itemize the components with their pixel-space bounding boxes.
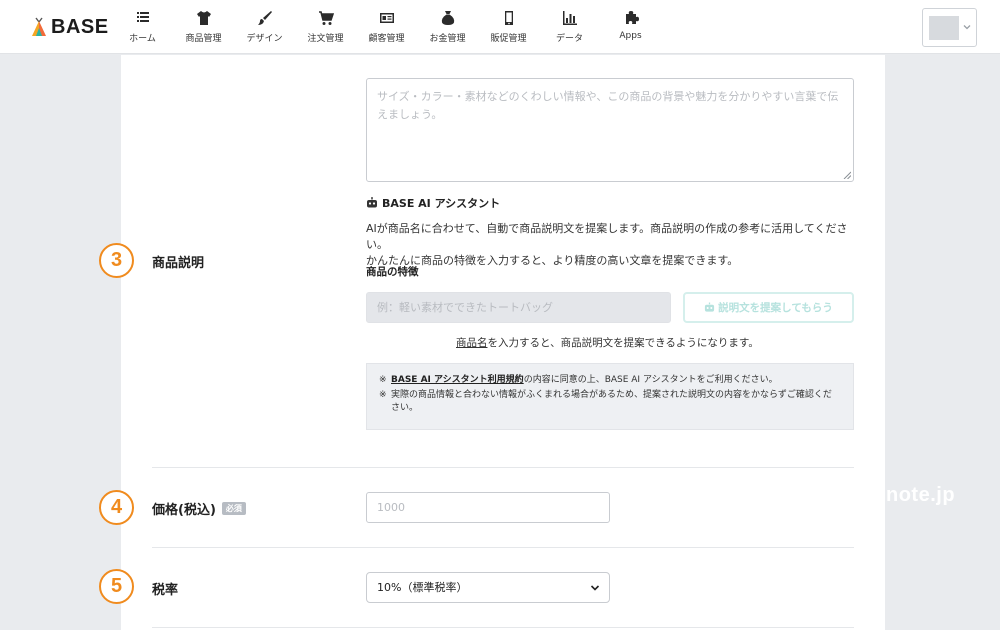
nav-item-data[interactable]: データ [539, 0, 600, 54]
base-logo[interactable]: BASE [30, 15, 109, 39]
paintbrush-icon [257, 10, 273, 26]
nav-label: 商品管理 [185, 34, 222, 44]
notice-mark: ※ [379, 390, 387, 400]
step-badge-4: 4 [99, 490, 134, 525]
suggest-button-label: 説明文を提案してもらう [718, 302, 833, 314]
hint-text: を入力すると、商品説明文を提案できるようになります。 [487, 337, 759, 349]
terms-link[interactable]: BASE AI アシスタント利用規約 [391, 375, 524, 385]
bar-chart-icon [562, 10, 578, 26]
step-badge-3: 3 [99, 243, 134, 278]
logo-text: BASE [51, 15, 109, 38]
notice-text: BASE AI アシスタント利用規約の内容に同意の上、BASE AI アシスタン… [391, 374, 778, 387]
ai-terms-notice: ※ BASE AI アシスタント利用規約の内容に同意の上、BASE AI アシス… [366, 363, 854, 430]
nav-item-apps[interactable]: Apps [600, 0, 661, 54]
step-badge-5: 5 [99, 569, 134, 604]
tshirt-icon [196, 10, 212, 26]
resize-handle-icon[interactable] [843, 171, 851, 179]
home-list-icon [135, 10, 151, 26]
tax-rate-value: 10%（標準税率） [377, 581, 468, 594]
id-card-icon [379, 10, 395, 26]
nav-item-promotion[interactable]: 販促管理 [478, 0, 539, 54]
nav-item-money[interactable]: お金管理 [417, 0, 478, 54]
notice-line: ※ BASE AI アシスタント利用規約の内容に同意の上、BASE AI アシス… [379, 374, 839, 387]
nav-label: Apps [619, 31, 642, 41]
chevron-down-icon [590, 585, 600, 591]
ai-assistant-title: BASE AI アシスタント [366, 196, 500, 210]
nav-label: 顧客管理 [368, 34, 405, 44]
ai-description-line: かんたんに商品の特徴を入力すると、より精度の高い文章を提案できます。 [366, 254, 739, 267]
notice-text: 実際の商品情報と合わない情報がふくまれる場合があるため、提案された説明文の内容を… [391, 390, 832, 413]
section-divider [152, 467, 854, 468]
nav-label: データ [555, 34, 583, 44]
nav-item-customers[interactable]: 顧客管理 [356, 0, 417, 54]
feature-input[interactable]: 例：軽い素材でできたトートバッグ [366, 292, 671, 323]
product-name-hint: 商品名を入力すると、商品説明文を提案できるようになります。 [456, 335, 759, 350]
robot-icon [705, 302, 715, 312]
notice-line: ※ 実際の商品情報と合わない情報がふくまれる場合があるため、提案された説明文の内… [379, 389, 839, 415]
nav-label: 注文管理 [307, 34, 344, 44]
smartphone-icon [501, 10, 517, 26]
product-name-link[interactable]: 商品名 [456, 337, 488, 349]
nav-item-design[interactable]: デザイン [234, 0, 295, 54]
description-label: 商品説明 [152, 256, 205, 271]
tax-label: 税率 [152, 583, 179, 598]
notice-terms-rest: の内容に同意の上、BASE AI アシスタントをご利用ください。 [523, 375, 778, 385]
required-badge: 必須 [221, 502, 246, 515]
ai-assistant-description: AIが商品名に合わせて、自動で商品説明文を提案します。商品説明の作成の参考に活用… [366, 221, 866, 269]
tent-logo-icon [32, 17, 46, 36]
description-placeholder: サイズ・カラー・素材などのくわしい情報や、この商品の背景や魅力を分かりやすい言葉… [377, 90, 839, 121]
robot-icon [367, 197, 377, 208]
section-divider [152, 627, 854, 628]
avatar [929, 16, 959, 40]
ai-description-line: AIが商品名に合わせて、自動で商品説明文を提案します。商品説明の作成の参考に活用… [366, 222, 848, 251]
nav-item-home[interactable]: ホーム [112, 0, 173, 54]
price-input[interactable]: 1000 [366, 492, 610, 523]
nav-label: ホーム [129, 34, 156, 44]
nav-item-orders[interactable]: 注文管理 [295, 0, 356, 54]
tax-rate-select[interactable]: 10%（標準税率） [366, 572, 610, 603]
notice-mark: ※ [379, 375, 387, 385]
feature-label: 商品の特徴 [366, 266, 419, 278]
nav-item-products[interactable]: 商品管理 [173, 0, 234, 54]
section-divider [152, 547, 854, 548]
suggest-description-button[interactable]: 説明文を提案してもらう [683, 292, 854, 323]
account-menu-button[interactable] [922, 8, 977, 47]
price-label: 価格(税込) 必須 [152, 499, 246, 518]
nav-label: お金管理 [429, 34, 466, 44]
ai-assistant-title-text: BASE AI アシスタント [382, 197, 501, 210]
cart-icon [318, 10, 334, 26]
nav-label: デザイン [246, 34, 283, 44]
description-textarea[interactable]: サイズ・カラー・素材などのくわしい情報や、この商品の背景や魅力を分かりやすい言葉… [366, 78, 854, 182]
nav-label: 販促管理 [490, 34, 527, 44]
money-bag-icon [440, 10, 456, 26]
price-label-text: 価格(税込) [152, 503, 216, 518]
puzzle-icon [623, 10, 639, 26]
chevron-down-icon [963, 25, 971, 30]
watermark: note.jp [886, 484, 956, 506]
main-nav: ホーム 商品管理 デザイン 注文管理 顧客管理 お金管理 販促管理 データ Ap… [112, 0, 661, 54]
app-header: BASE ホーム 商品管理 デザイン 注文管理 顧客管理 お金管理 販促管理 デ… [0, 0, 1000, 54]
